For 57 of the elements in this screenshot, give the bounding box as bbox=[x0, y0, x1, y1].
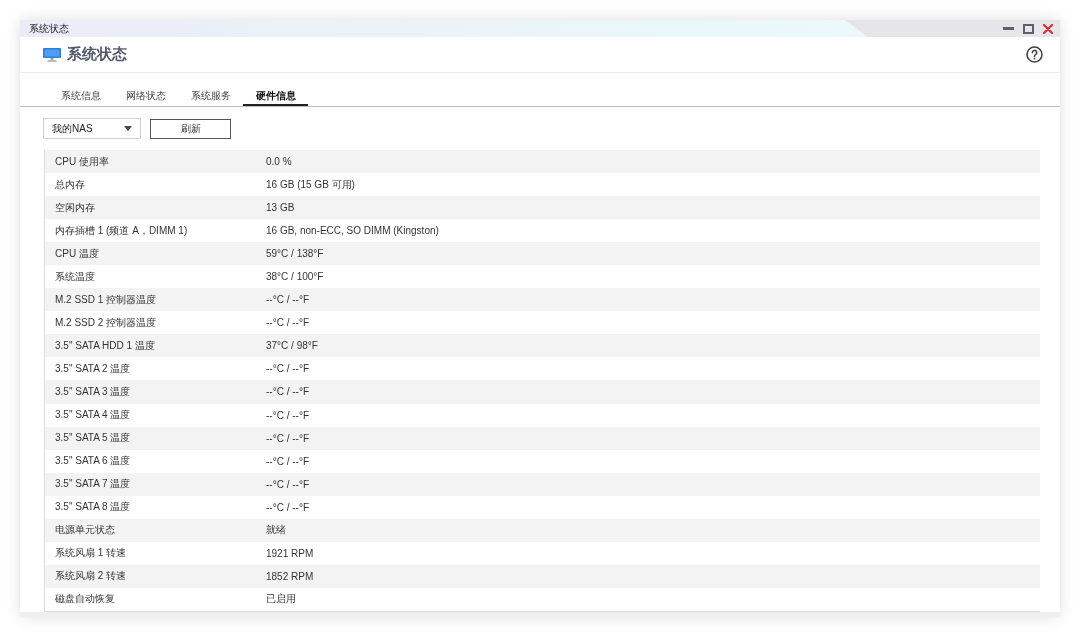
table-cell: --°C / --°F bbox=[266, 363, 309, 375]
table-cell: --°C / --°F bbox=[266, 386, 309, 398]
device-dropdown[interactable]: 我的NAS bbox=[43, 118, 141, 139]
table-cell: 1852 RPM bbox=[266, 570, 314, 582]
table-cell-text: 总内存 bbox=[54, 177, 85, 192]
table-cell-text: 3.5" SATA 6 温度 bbox=[54, 454, 131, 469]
table-cell: 0.0 % bbox=[266, 156, 292, 167]
table-cell: --°C / --°F bbox=[266, 501, 309, 513]
table-cell-text: M.2 SSD 2 控制器温度 bbox=[54, 315, 157, 330]
table-cell-text: 3.5" SATA 4 温度 bbox=[54, 408, 131, 423]
table-cell-text: 系统风扇 1 转速 bbox=[54, 546, 127, 561]
page-title: 系统状态 bbox=[67, 45, 128, 64]
table-cell: 16 GB, non-ECC, SO DIMM (Kingston) bbox=[266, 225, 439, 237]
help-icon bbox=[1026, 46, 1043, 63]
table-cell-text: 电源单元状态 bbox=[54, 523, 115, 538]
table-cell: --°C / --°F bbox=[266, 409, 309, 421]
table-cell: 37°C / 98°F bbox=[266, 340, 318, 352]
table-cell: 1921 RPM bbox=[266, 547, 314, 559]
table-cell: 13 GB bbox=[266, 202, 295, 214]
table-cell-text: 3.5" SATA HDD 1 温度 bbox=[54, 338, 155, 353]
window-title: 系统状态 bbox=[29, 21, 70, 36]
maximize-icon bbox=[1022, 23, 1034, 34]
table-cell-text: 3.5" SATA 5 温度 bbox=[54, 431, 131, 446]
table-cell-text: 系统温度 bbox=[54, 269, 95, 284]
minimize-icon bbox=[1002, 27, 1014, 30]
tab[interactable]: 系统服务 bbox=[178, 89, 243, 106]
table-cell-text: 内存插槽 1 (频道 A，DIMM 1) bbox=[54, 223, 188, 238]
table-cell-text: CPU 温度 bbox=[54, 246, 99, 261]
table-cell-text: 3.5" SATA 2 温度 bbox=[54, 361, 131, 376]
table-cell: 59°C / 138°F bbox=[266, 248, 324, 260]
close-button[interactable] bbox=[1041, 21, 1055, 36]
caret-icon bbox=[124, 126, 132, 131]
table-cell: --°C / --°F bbox=[266, 478, 309, 490]
table-cell: --°C / --°F bbox=[266, 432, 309, 444]
table-cell-text: CPU 使用率 bbox=[54, 154, 109, 169]
table-cell-text: 系统风扇 2 转速 bbox=[54, 569, 127, 584]
tab[interactable]: 硬件信息 bbox=[243, 89, 308, 106]
table-cell: 16 GB (15 GB 可用) bbox=[266, 177, 355, 192]
table-cell: 38°C / 100°F bbox=[266, 271, 324, 283]
maximize-button[interactable] bbox=[1021, 21, 1035, 36]
table-cell: 就绪 bbox=[266, 523, 286, 538]
table-cell-text: 3.5" SATA 3 温度 bbox=[54, 385, 131, 399]
table-cell: 已启用 bbox=[266, 592, 296, 607]
monitor-icon bbox=[43, 47, 61, 62]
table-cell-text: 空闲内存 bbox=[54, 200, 95, 215]
table-cell: --°C / --°F bbox=[266, 455, 309, 467]
close-icon bbox=[1043, 23, 1053, 34]
refresh-button[interactable]: 刷新 bbox=[150, 119, 231, 139]
table-cell-text: 3.5" SATA 7 温度 bbox=[54, 477, 131, 492]
tab[interactable]: 系统信息 bbox=[48, 89, 113, 106]
table-cell-text: 3.5" SATA 8 温度 bbox=[54, 500, 131, 515]
table-cell-text: 磁盘自动恢复 bbox=[54, 592, 115, 607]
table-cell: --°C / --°F bbox=[266, 317, 309, 329]
table-cell-text: M.2 SSD 1 控制器温度 bbox=[54, 292, 157, 307]
table-cell: --°C / --°F bbox=[266, 294, 309, 306]
tab[interactable]: 网络状态 bbox=[113, 89, 178, 106]
help-button[interactable] bbox=[1026, 46, 1043, 63]
